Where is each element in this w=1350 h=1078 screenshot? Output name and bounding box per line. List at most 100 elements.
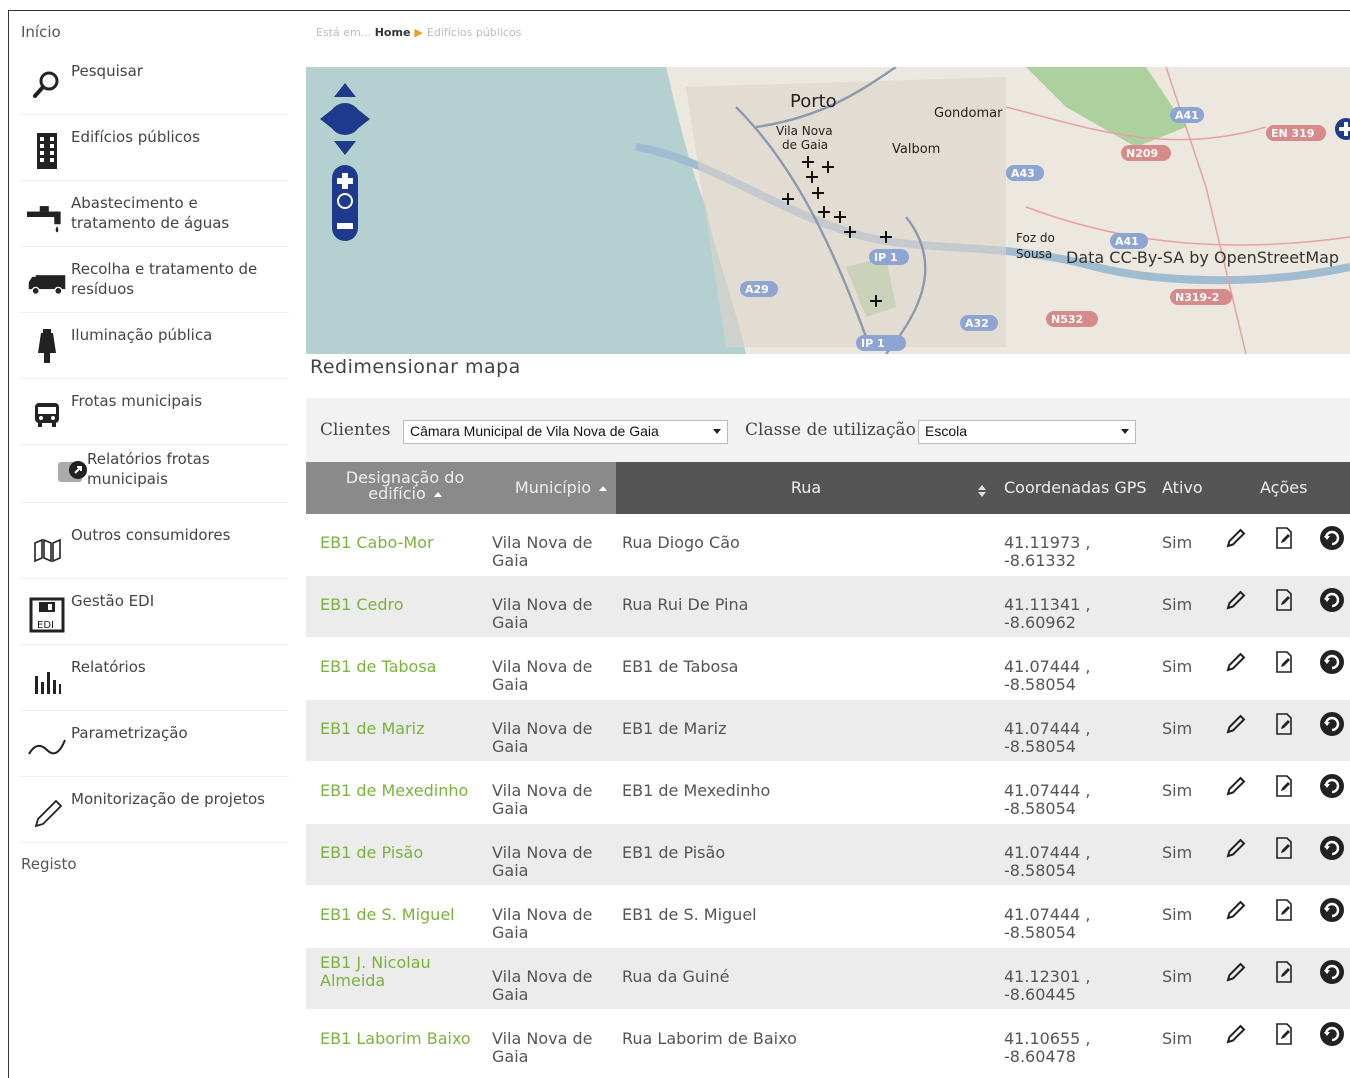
delete-icon[interactable] bbox=[1318, 958, 1346, 986]
sidebar-item-residuos[interactable]: Recolha e tratamento de resíduos bbox=[19, 251, 289, 313]
col-header-municipio[interactable]: Município bbox=[506, 480, 616, 496]
table-row: EB1 de Pisão Vila Nova de Gaia EB1 de Pisã… bbox=[306, 824, 1350, 886]
col-header-ativo[interactable]: Ativo bbox=[1162, 480, 1212, 496]
municipio-cell: Vila Nova de Gaia bbox=[492, 905, 593, 942]
breadcrumb-arrow-icon: ▶ bbox=[414, 26, 423, 39]
floppy-icon: EDI bbox=[27, 595, 67, 635]
sidebar-item-monitorizacao[interactable]: Monitorização de projetos bbox=[19, 781, 289, 843]
edit-document-icon[interactable] bbox=[1270, 710, 1298, 738]
delete-icon[interactable] bbox=[1318, 1020, 1346, 1048]
table-header: Designação do edifício Município Rua Coo… bbox=[306, 462, 1350, 514]
edit-document-icon[interactable] bbox=[1270, 648, 1298, 676]
classe-select-value: Escola bbox=[925, 423, 968, 439]
edit-icon[interactable] bbox=[1222, 1020, 1250, 1048]
edit-icon[interactable] bbox=[1222, 896, 1250, 924]
sidebar-item-outros[interactable]: Outros consumidores bbox=[19, 517, 289, 579]
edit-document-icon[interactable] bbox=[1270, 896, 1298, 924]
classe-select[interactable]: Escola bbox=[918, 420, 1136, 444]
edit-icon[interactable] bbox=[1222, 710, 1250, 738]
col-header-rua[interactable]: Rua bbox=[616, 480, 996, 496]
map-road-label: A41 bbox=[1115, 235, 1139, 248]
sidebar-item-label: Outros consumidores bbox=[71, 526, 231, 544]
table-row: EB1 J. Nicolau Almeida Vila Nova de Gaia R… bbox=[306, 948, 1350, 1010]
sidebar-item-label: Frotas municipais bbox=[71, 392, 203, 410]
edit-icon[interactable] bbox=[1222, 958, 1250, 986]
building-name-link[interactable]: EB1 Cabo-Mor bbox=[320, 534, 485, 552]
building-name-link[interactable]: EB1 de S. Miguel bbox=[320, 906, 485, 924]
map-pan-control[interactable] bbox=[318, 81, 372, 245]
building-name-link[interactable]: EB1 de Mariz bbox=[320, 720, 485, 738]
map[interactable]: A41 EN 319 N209 A43 A41 IP 1 A29 A32 N53… bbox=[306, 67, 1350, 354]
chevron-down-icon bbox=[1121, 429, 1129, 434]
building-name-link[interactable]: EB1 Cedro bbox=[320, 596, 485, 614]
gps-cell: 41.10655 , -8.60478 bbox=[1004, 1029, 1091, 1066]
sidebar-item-gestao-edi[interactable]: EDI Gestão EDI bbox=[19, 583, 289, 645]
map-road-label: A29 bbox=[745, 283, 769, 296]
edit-document-icon[interactable] bbox=[1270, 1020, 1298, 1048]
sidebar-item-aguas[interactable]: Abastecimento e tratamento de águas bbox=[19, 185, 289, 247]
delete-icon[interactable] bbox=[1318, 710, 1346, 738]
edit-icon[interactable] bbox=[1222, 834, 1250, 862]
sidebar-item-edificios[interactable]: Edifícios públicos bbox=[19, 119, 289, 181]
building-name-link[interactable]: EB1 de Mexedinho bbox=[320, 782, 485, 800]
municipio-cell: Vila Nova de Gaia bbox=[492, 843, 593, 880]
sidebar-item-label: Iluminação pública bbox=[71, 326, 213, 344]
sidebar-link-inicio[interactable]: Início bbox=[21, 23, 61, 41]
sidebar-item-relatorios-frotas[interactable]: Relatórios frotas municipais bbox=[19, 441, 289, 503]
bus-icon bbox=[27, 395, 67, 435]
col-header-designacao[interactable]: Designação do edifício bbox=[330, 470, 480, 502]
edit-icon[interactable] bbox=[1222, 586, 1250, 614]
table-row: EB1 de S. Miguel Vila Nova de Gaia EB1 de … bbox=[306, 886, 1350, 948]
resize-map-link[interactable]: Redimensionar mapa bbox=[310, 356, 521, 378]
building-name-link[interactable]: EB1 J. Nicolau Almeida bbox=[320, 954, 485, 990]
edit-document-icon[interactable] bbox=[1270, 586, 1298, 614]
edit-document-icon[interactable] bbox=[1270, 772, 1298, 800]
ativo-cell: Sim bbox=[1162, 595, 1193, 614]
search-icon bbox=[27, 65, 67, 105]
gps-cell: 41.07444 , -8.58054 bbox=[1004, 843, 1091, 880]
edit-icon[interactable] bbox=[1222, 648, 1250, 676]
building-name-link[interactable]: EB1 de Tabosa bbox=[320, 658, 485, 676]
delete-icon[interactable] bbox=[1318, 772, 1346, 800]
edit-document-icon[interactable] bbox=[1270, 958, 1298, 986]
building-name-link[interactable]: EB1 Laborim Baixo bbox=[320, 1030, 485, 1048]
edit-document-icon[interactable] bbox=[1270, 834, 1298, 862]
consumers-icon bbox=[27, 529, 67, 569]
sidebar-item-frotas[interactable]: Frotas municipais bbox=[19, 383, 289, 445]
sidebar-item-label: Parametrização bbox=[71, 724, 188, 742]
edit-icon[interactable] bbox=[1222, 524, 1250, 552]
map-road-label: N532 bbox=[1051, 313, 1083, 326]
col-header-gps[interactable]: Coordenadas GPS bbox=[1004, 480, 1149, 496]
breadcrumb-prefix: Está em... bbox=[316, 26, 372, 39]
sidebar-item-pesquisar[interactable]: Pesquisar bbox=[19, 53, 289, 115]
delete-icon[interactable] bbox=[1318, 524, 1346, 552]
clientes-label: Clientes bbox=[320, 420, 391, 440]
delete-icon[interactable] bbox=[1318, 834, 1346, 862]
layer-switcher-icon[interactable] bbox=[1332, 117, 1350, 141]
table-body: EB1 Cabo-Mor Vila Nova de Gaia Rua Diogo C… bbox=[306, 514, 1350, 1072]
building-name-link[interactable]: EB1 de Pisão bbox=[320, 844, 485, 862]
sidebar-item-iluminacao[interactable]: Iluminação pública bbox=[19, 317, 289, 379]
gps-cell: 41.07444 , -8.58054 bbox=[1004, 905, 1091, 942]
map-road-label: IP 1 bbox=[874, 251, 898, 264]
pencil-icon bbox=[27, 793, 67, 833]
municipio-cell: Vila Nova de Gaia bbox=[492, 967, 593, 1004]
delete-icon[interactable] bbox=[1318, 648, 1346, 676]
edit-icon[interactable] bbox=[1222, 772, 1250, 800]
sidebar-item-parametrizacao[interactable]: Parametrização bbox=[19, 715, 289, 777]
table-row: EB1 de Tabosa Vila Nova de Gaia EB1 de Tab… bbox=[306, 638, 1350, 700]
municipio-cell: Vila Nova de Gaia bbox=[492, 595, 593, 632]
sidebar-link-registo[interactable]: Registo bbox=[21, 855, 77, 873]
clientes-select[interactable]: Câmara Municipal de Vila Nova de Gaia bbox=[403, 420, 728, 444]
edit-document-icon[interactable] bbox=[1270, 524, 1298, 552]
breadcrumb-home[interactable]: Home bbox=[375, 26, 411, 39]
sidebar-item-relatorios[interactable]: Relatórios bbox=[19, 649, 289, 711]
delete-icon[interactable] bbox=[1318, 896, 1346, 924]
filters-bar: Clientes Câmara Municipal de Vila Nova d… bbox=[306, 398, 1350, 462]
ativo-cell: Sim bbox=[1162, 1029, 1193, 1048]
ativo-cell: Sim bbox=[1162, 905, 1193, 924]
sort-both-icon[interactable] bbox=[978, 482, 986, 497]
ativo-cell: Sim bbox=[1162, 843, 1193, 862]
delete-icon[interactable] bbox=[1318, 586, 1346, 614]
map-road-label: IP 1 bbox=[861, 337, 885, 350]
